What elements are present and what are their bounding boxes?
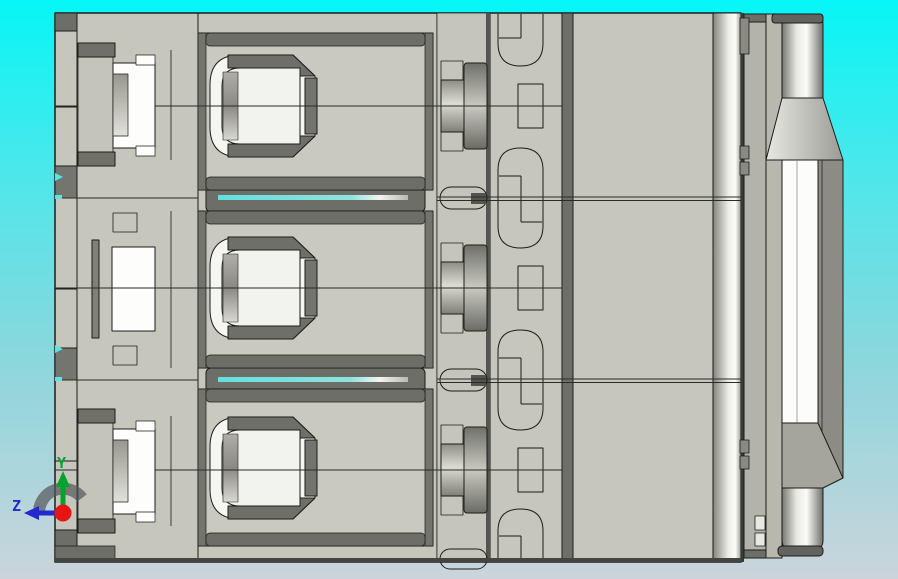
pole-blocks[interactable]	[197, 32, 434, 547]
axis-origin	[54, 504, 72, 522]
housing-rib	[561, 12, 574, 563]
axis-z-label: Z	[12, 497, 21, 515]
cad-viewport[interactable]: Z Y	[0, 0, 898, 579]
axis-y-label: Y	[57, 454, 66, 472]
pivot-pin-strip[interactable]	[436, 12, 491, 570]
handle-face[interactable]	[781, 159, 819, 424]
screw-boss[interactable]	[209, 54, 318, 520]
case-rounded-edge[interactable]	[712, 12, 742, 563]
cad-model[interactable]	[54, 12, 844, 570]
